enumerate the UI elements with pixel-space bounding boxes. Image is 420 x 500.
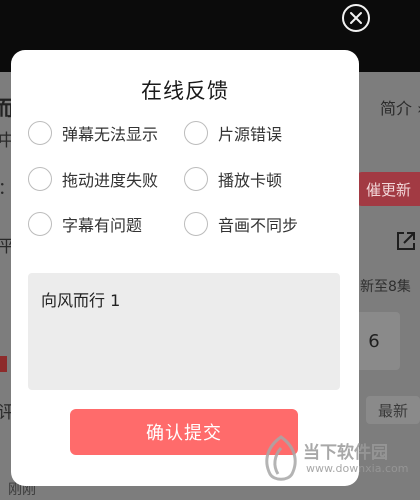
- watermark-url: www.downxia.com: [306, 462, 409, 475]
- radio-button[interactable]: [184, 167, 208, 191]
- option-label: 片源错误: [218, 125, 283, 144]
- option-subtitle-problem[interactable]: 字幕有问题: [28, 212, 142, 236]
- option-label: 播放卡顿: [218, 171, 283, 190]
- option-label: 弹幕无法显示: [62, 125, 159, 144]
- option-label: 音画不同步: [218, 216, 299, 235]
- option-seek-failed[interactable]: 拖动进度失败: [28, 167, 158, 191]
- option-av-out-of-sync[interactable]: 音画不同步: [184, 212, 298, 236]
- update-request-button[interactable]: 催更新: [356, 172, 420, 206]
- close-icon: [350, 12, 362, 24]
- option-label: 拖动进度失败: [62, 171, 159, 190]
- episode-info: 新至8集: [360, 279, 411, 295]
- radio-button[interactable]: [184, 121, 208, 145]
- radio-button[interactable]: [28, 212, 52, 236]
- watermark-logo-icon: [265, 435, 297, 481]
- radio-button[interactable]: [28, 121, 52, 145]
- close-button[interactable]: [342, 4, 370, 32]
- option-label: 字幕有问题: [62, 216, 143, 235]
- watermark-name: 当下软件园: [303, 443, 388, 463]
- option-playback-stutter[interactable]: 播放卡顿: [184, 167, 282, 191]
- feedback-dialog: 在线反馈 弹幕无法显示 片源错误 拖动进度失败 播放卡顿 字幕有问题 音画不同步…: [11, 50, 359, 486]
- feedback-textarea[interactable]: 向风而行 1: [28, 273, 340, 390]
- option-source-error[interactable]: 片源错误: [184, 121, 282, 145]
- latest-sort-button[interactable]: 最新: [366, 396, 420, 424]
- option-danmaku-not-shown[interactable]: 弹幕无法显示: [28, 121, 158, 145]
- radio-button[interactable]: [28, 167, 52, 191]
- watermark: 当下软件园 www.downxia.com: [258, 432, 420, 500]
- intro-link[interactable]: 简介 ›: [380, 95, 420, 119]
- radio-button[interactable]: [184, 212, 208, 236]
- dialog-title: 在线反馈: [141, 79, 229, 103]
- bg-accent-bar: [0, 356, 7, 372]
- share-icon[interactable]: [396, 231, 416, 251]
